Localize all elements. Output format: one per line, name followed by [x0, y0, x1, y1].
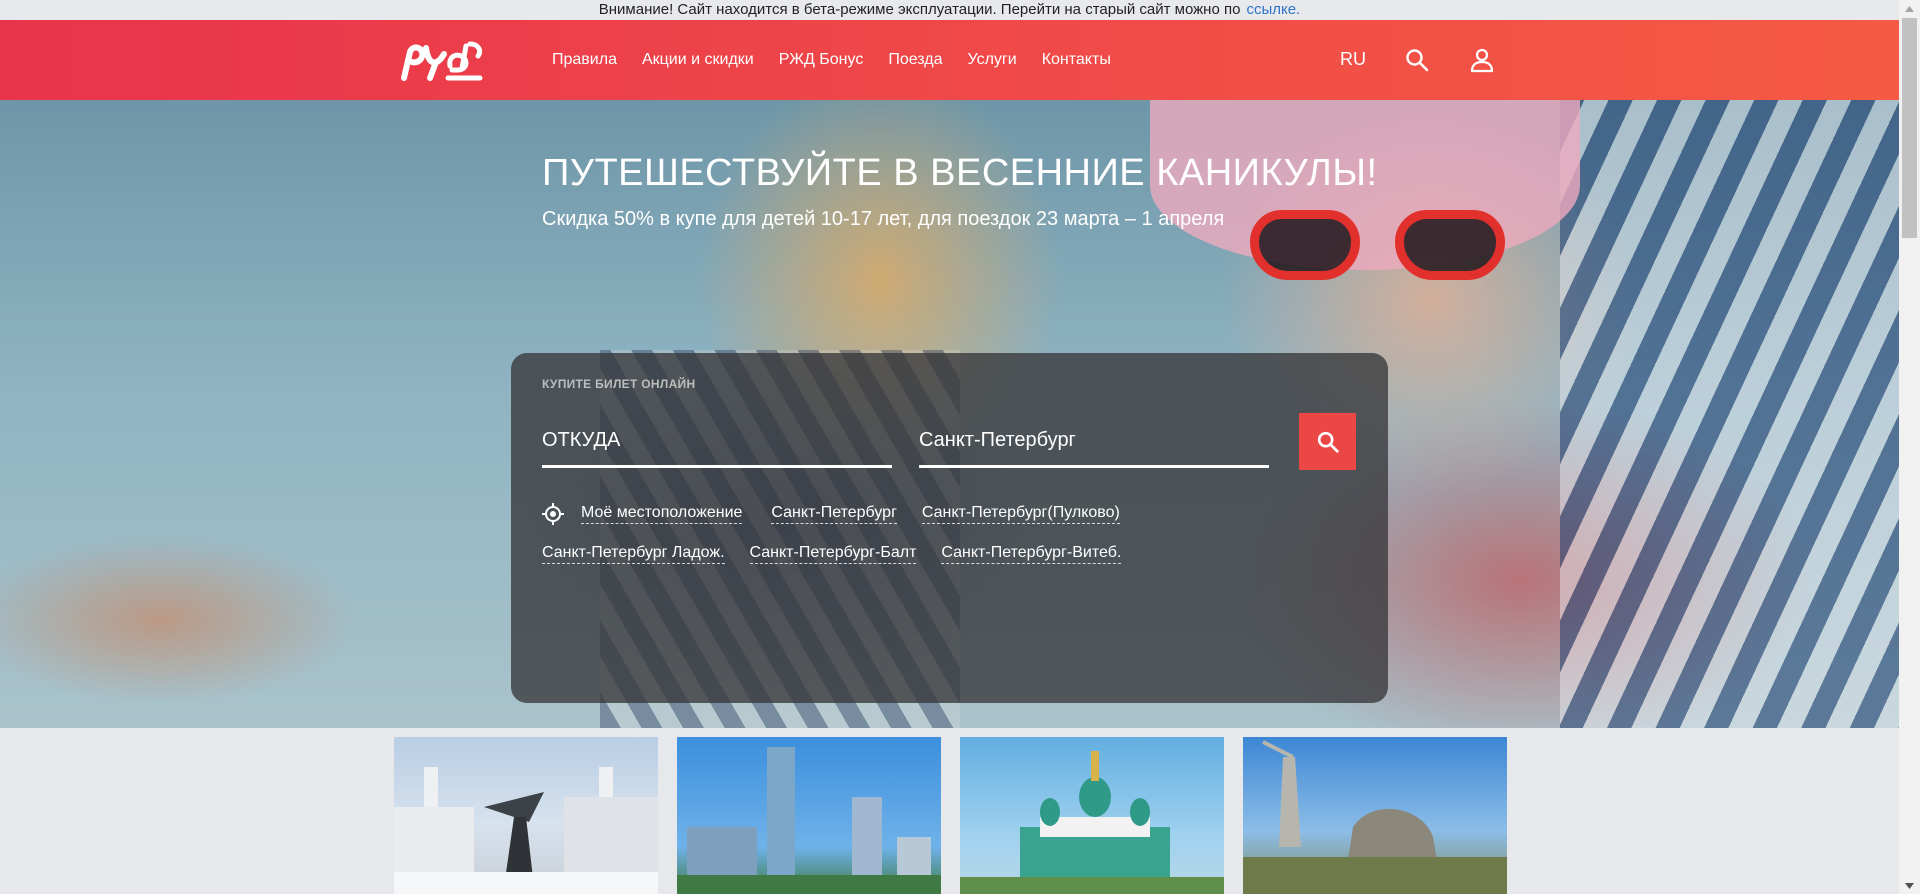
- destination-photo: [677, 747, 941, 894]
- suggestion-spb-ladozh[interactable]: Санкт-Петербург Ладож.: [542, 544, 725, 564]
- old-site-link[interactable]: ссылке.: [1246, 1, 1300, 18]
- nav-promotions[interactable]: Акции и скидки: [642, 51, 754, 69]
- scroll-up-arrow-icon[interactable]: [1899, 0, 1920, 17]
- beta-notice: Внимание! Сайт находится в бета-режиме э…: [0, 0, 1899, 20]
- hero-photo-stripes: [1560, 100, 1899, 728]
- booking-caption: КУПИТЕ БИЛЕТ ОНЛАЙН: [542, 377, 696, 391]
- destination-photo: [1243, 740, 1507, 894]
- main-nav: Правила Акции и скидки РЖД Бонус Поезда …: [552, 20, 1136, 100]
- user-icon[interactable]: [1468, 46, 1496, 74]
- nav-rules[interactable]: Правила: [552, 51, 617, 69]
- to-field: [919, 418, 1269, 468]
- destination-card[interactable]: [960, 737, 1224, 894]
- from-input[interactable]: [542, 418, 892, 462]
- destination-cards: [394, 737, 1507, 894]
- beta-notice-text: Внимание! Сайт находится в бета-режиме э…: [598, 1, 1241, 18]
- search-button[interactable]: [1299, 413, 1356, 470]
- site-header: Правила Акции и скидки РЖД Бонус Поезда …: [0, 20, 1899, 100]
- nav-contacts[interactable]: Контакты: [1042, 51, 1111, 69]
- hero-photo-sunglasses-right: [1395, 210, 1505, 280]
- suggestion-spb[interactable]: Санкт-Петербург: [771, 504, 897, 524]
- destination-card[interactable]: [1243, 737, 1507, 894]
- hero-title: ПУТЕШЕСТВУЙТЕ В ВЕСЕННИЕ КАНИКУЛЫ!: [542, 152, 1378, 194]
- language-switcher[interactable]: RU: [1340, 49, 1366, 70]
- destination-card[interactable]: [394, 737, 658, 894]
- suggestions-row-2: Санкт-Петербург Ладож. Санкт-Петербург-Б…: [542, 544, 1122, 564]
- from-field: [542, 418, 892, 468]
- page-scrollbar[interactable]: [1899, 0, 1920, 894]
- destination-card[interactable]: [677, 737, 941, 894]
- suggestion-spb-balt[interactable]: Санкт-Петербург-Балт: [749, 544, 917, 564]
- scrollbar-thumb[interactable]: [1902, 18, 1917, 238]
- suggestion-spb-pulkovo[interactable]: Санкт-Петербург(Пулково): [921, 504, 1120, 524]
- rzd-logo[interactable]: [400, 38, 484, 82]
- page: Внимание! Сайт находится в бета-режиме э…: [0, 0, 1899, 894]
- location-target-icon[interactable]: [542, 503, 564, 525]
- suggestion-spb-viteb[interactable]: Санкт-Петербург-Витеб.: [941, 544, 1122, 564]
- hero-subtitle: Скидка 50% в купе для детей 10-17 лет, д…: [542, 208, 1225, 230]
- nav-trains[interactable]: Поезда: [888, 51, 942, 69]
- to-input[interactable]: [919, 418, 1269, 462]
- nav-services[interactable]: Услуги: [968, 51, 1017, 69]
- nav-rzd-bonus[interactable]: РЖД Бонус: [779, 51, 864, 69]
- booking-panel: КУПИТЕ БИЛЕТ ОНЛАЙН ОТКУДА Санкт-Петербу…: [511, 353, 1388, 703]
- destination-photo: [394, 767, 658, 894]
- destination-photo: [960, 751, 1224, 894]
- hero-photo-sunglasses-left: [1250, 210, 1360, 280]
- suggestions-row-1: Моё местоположение Санкт-Петербург Санкт…: [542, 503, 1120, 525]
- my-location-link[interactable]: Моё местоположение: [581, 504, 743, 524]
- search-icon[interactable]: [1403, 46, 1431, 74]
- hero-banner: ПУТЕШЕСТВУЙТЕ В ВЕСЕННИЕ КАНИКУЛЫ! Скидк…: [0, 100, 1899, 728]
- scroll-down-arrow-icon[interactable]: [1899, 877, 1920, 894]
- search-icon: [1317, 431, 1339, 453]
